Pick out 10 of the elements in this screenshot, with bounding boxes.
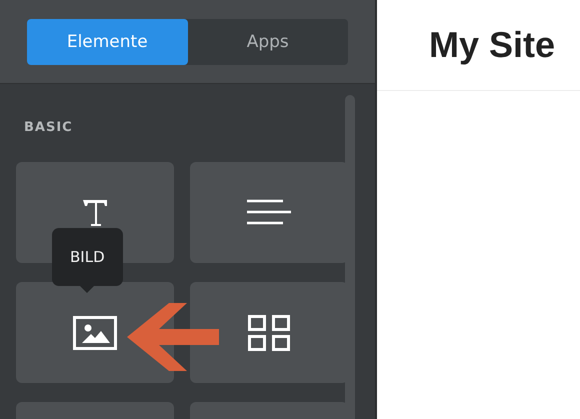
element-tile[interactable] — [190, 282, 348, 383]
tab[interactable]: Elemente — [27, 18, 188, 64]
site-title: My Site — [429, 24, 556, 66]
element-tile[interactable] — [190, 162, 348, 263]
tooltip-arrow — [80, 286, 94, 293]
tab[interactable]: Apps — [188, 18, 348, 64]
paragraph-icon — [247, 198, 291, 226]
image-icon — [73, 316, 117, 350]
section-title: BASIC — [24, 120, 74, 135]
gallery-icon — [248, 314, 290, 350]
